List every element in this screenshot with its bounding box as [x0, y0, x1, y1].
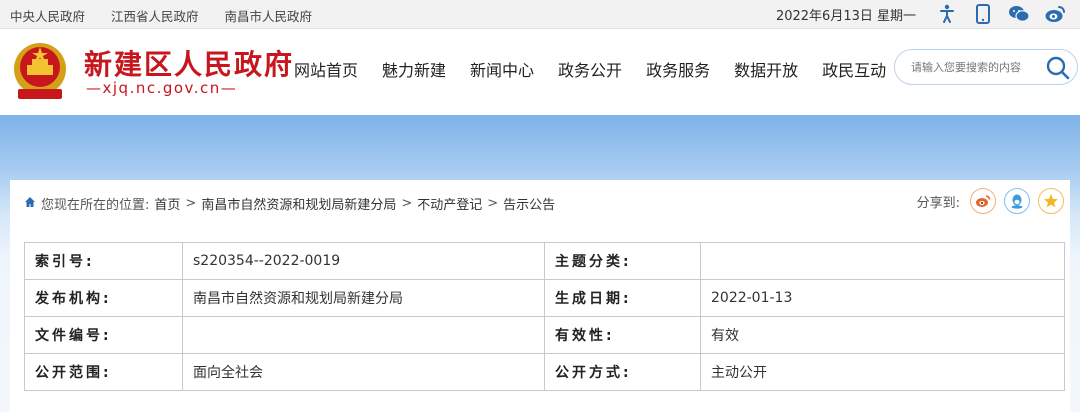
breadcrumb: 您现在所在的位置: 首页 > 南昌市自然资源和规划局新建分局 > 不动产登记 >… — [24, 194, 555, 213]
national-emblem-icon — [10, 39, 70, 103]
nav-item-news[interactable]: 新闻中心 — [458, 57, 546, 81]
breadcrumb-property-registration[interactable]: 不动产登记 — [417, 194, 482, 213]
table-row: 文件编号: 有效性: 有效 — [24, 316, 1065, 354]
mobile-icon[interactable] — [972, 3, 994, 25]
accessibility-icon[interactable] — [936, 3, 958, 25]
table-key: 主题分类: — [544, 242, 701, 280]
table-row: 公开范围: 面向全社会 公开方式: 主动公开 — [24, 353, 1065, 391]
table-row: 发布机构: 南昌市自然资源和规划局新建分局 生成日期: 2022-01-13 — [24, 279, 1065, 317]
table-value: 南昌市自然资源和规划局新建分局 — [182, 279, 545, 317]
main-nav: 网站首页 魅力新建 新闻中心 政务公开 政务服务 数据开放 政民互动 — [282, 57, 898, 81]
info-table: 索引号: s220354--2022-0019 主题分类: 发布机构: 南昌市自… — [24, 242, 1065, 391]
breadcrumb-separator: > — [185, 196, 197, 211]
table-row: 索引号: s220354--2022-0019 主题分类: — [24, 242, 1065, 280]
table-value: 面向全社会 — [182, 353, 545, 391]
breadcrumb-notices[interactable]: 告示公告 — [503, 194, 555, 213]
weibo-share-icon[interactable] — [970, 188, 996, 214]
weibo-icon[interactable] — [1044, 3, 1066, 25]
table-key: 有效性: — [544, 316, 701, 354]
top-link-jiangxi-gov[interactable]: 江西省人民政府 — [111, 6, 199, 25]
nav-item-gov-affairs[interactable]: 政务公开 — [546, 57, 634, 81]
top-link-central-gov[interactable]: 中央人民政府 — [10, 6, 85, 25]
table-value — [700, 242, 1065, 280]
site-name[interactable]: 新建区人民政府 — [84, 43, 294, 83]
table-value — [182, 316, 545, 354]
breadcrumb-home[interactable]: 首页 — [154, 194, 180, 213]
site-domain: —xjq.nc.gov.cn— — [86, 79, 238, 97]
top-links: 中央人民政府 江西省人民政府 南昌市人民政府 — [10, 6, 312, 25]
top-link-nanchang-gov[interactable]: 南昌市人民政府 — [225, 6, 313, 25]
table-value: 主动公开 — [700, 353, 1065, 391]
site-header: 新建区人民政府 —xjq.nc.gov.cn— 网站首页 魅力新建 新闻中心 政… — [0, 29, 1080, 115]
breadcrumb-bureau[interactable]: 南昌市自然资源和规划局新建分局 — [201, 194, 396, 213]
search-icon[interactable] — [1045, 55, 1071, 81]
nav-item-interaction[interactable]: 政民互动 — [810, 57, 898, 81]
top-right-tools: 2022年6月13日 星期一 — [776, 3, 1066, 25]
qq-share-icon[interactable] — [1004, 188, 1030, 214]
nav-item-charm[interactable]: 魅力新建 — [370, 57, 458, 81]
search-box — [894, 49, 1078, 85]
content-card: 您现在所在的位置: 首页 > 南昌市自然资源和规划局新建分局 > 不动产登记 >… — [10, 180, 1070, 412]
breadcrumb-separator: > — [487, 196, 499, 211]
current-date: 2022年6月13日 星期一 — [775, 8, 916, 24]
nav-item-gov-services[interactable]: 政务服务 — [634, 57, 722, 81]
table-key: 发布机构: — [24, 279, 183, 317]
breadcrumb-prefix: 您现在所在的位置: — [41, 198, 150, 213]
table-value: 2022-01-13 — [700, 279, 1065, 317]
table-key: 公开范围: — [24, 353, 183, 391]
table-key: 索引号: — [24, 242, 183, 280]
table-key: 文件编号: — [24, 316, 183, 354]
table-value: s220354--2022-0019 — [182, 242, 545, 280]
site-domain-text: xjq.nc.gov.cn — [102, 79, 221, 97]
share-label: 分享到: — [916, 195, 960, 211]
table-key: 公开方式: — [544, 353, 701, 391]
nav-item-open-data[interactable]: 数据开放 — [722, 57, 810, 81]
wechat-icon[interactable] — [1008, 3, 1030, 25]
top-bar: 中央人民政府 江西省人民政府 南昌市人民政府 2022年6月13日 星期一 — [0, 0, 1080, 29]
breadcrumb-separator: > — [401, 196, 413, 211]
table-key: 生成日期: — [544, 279, 701, 317]
search-input[interactable] — [911, 58, 1041, 76]
table-value: 有效 — [700, 316, 1065, 354]
share-bar: 分享到: — [917, 188, 1064, 214]
nav-item-home[interactable]: 网站首页 — [282, 57, 370, 81]
home-icon — [24, 196, 36, 212]
qzone-share-icon[interactable] — [1038, 188, 1064, 214]
